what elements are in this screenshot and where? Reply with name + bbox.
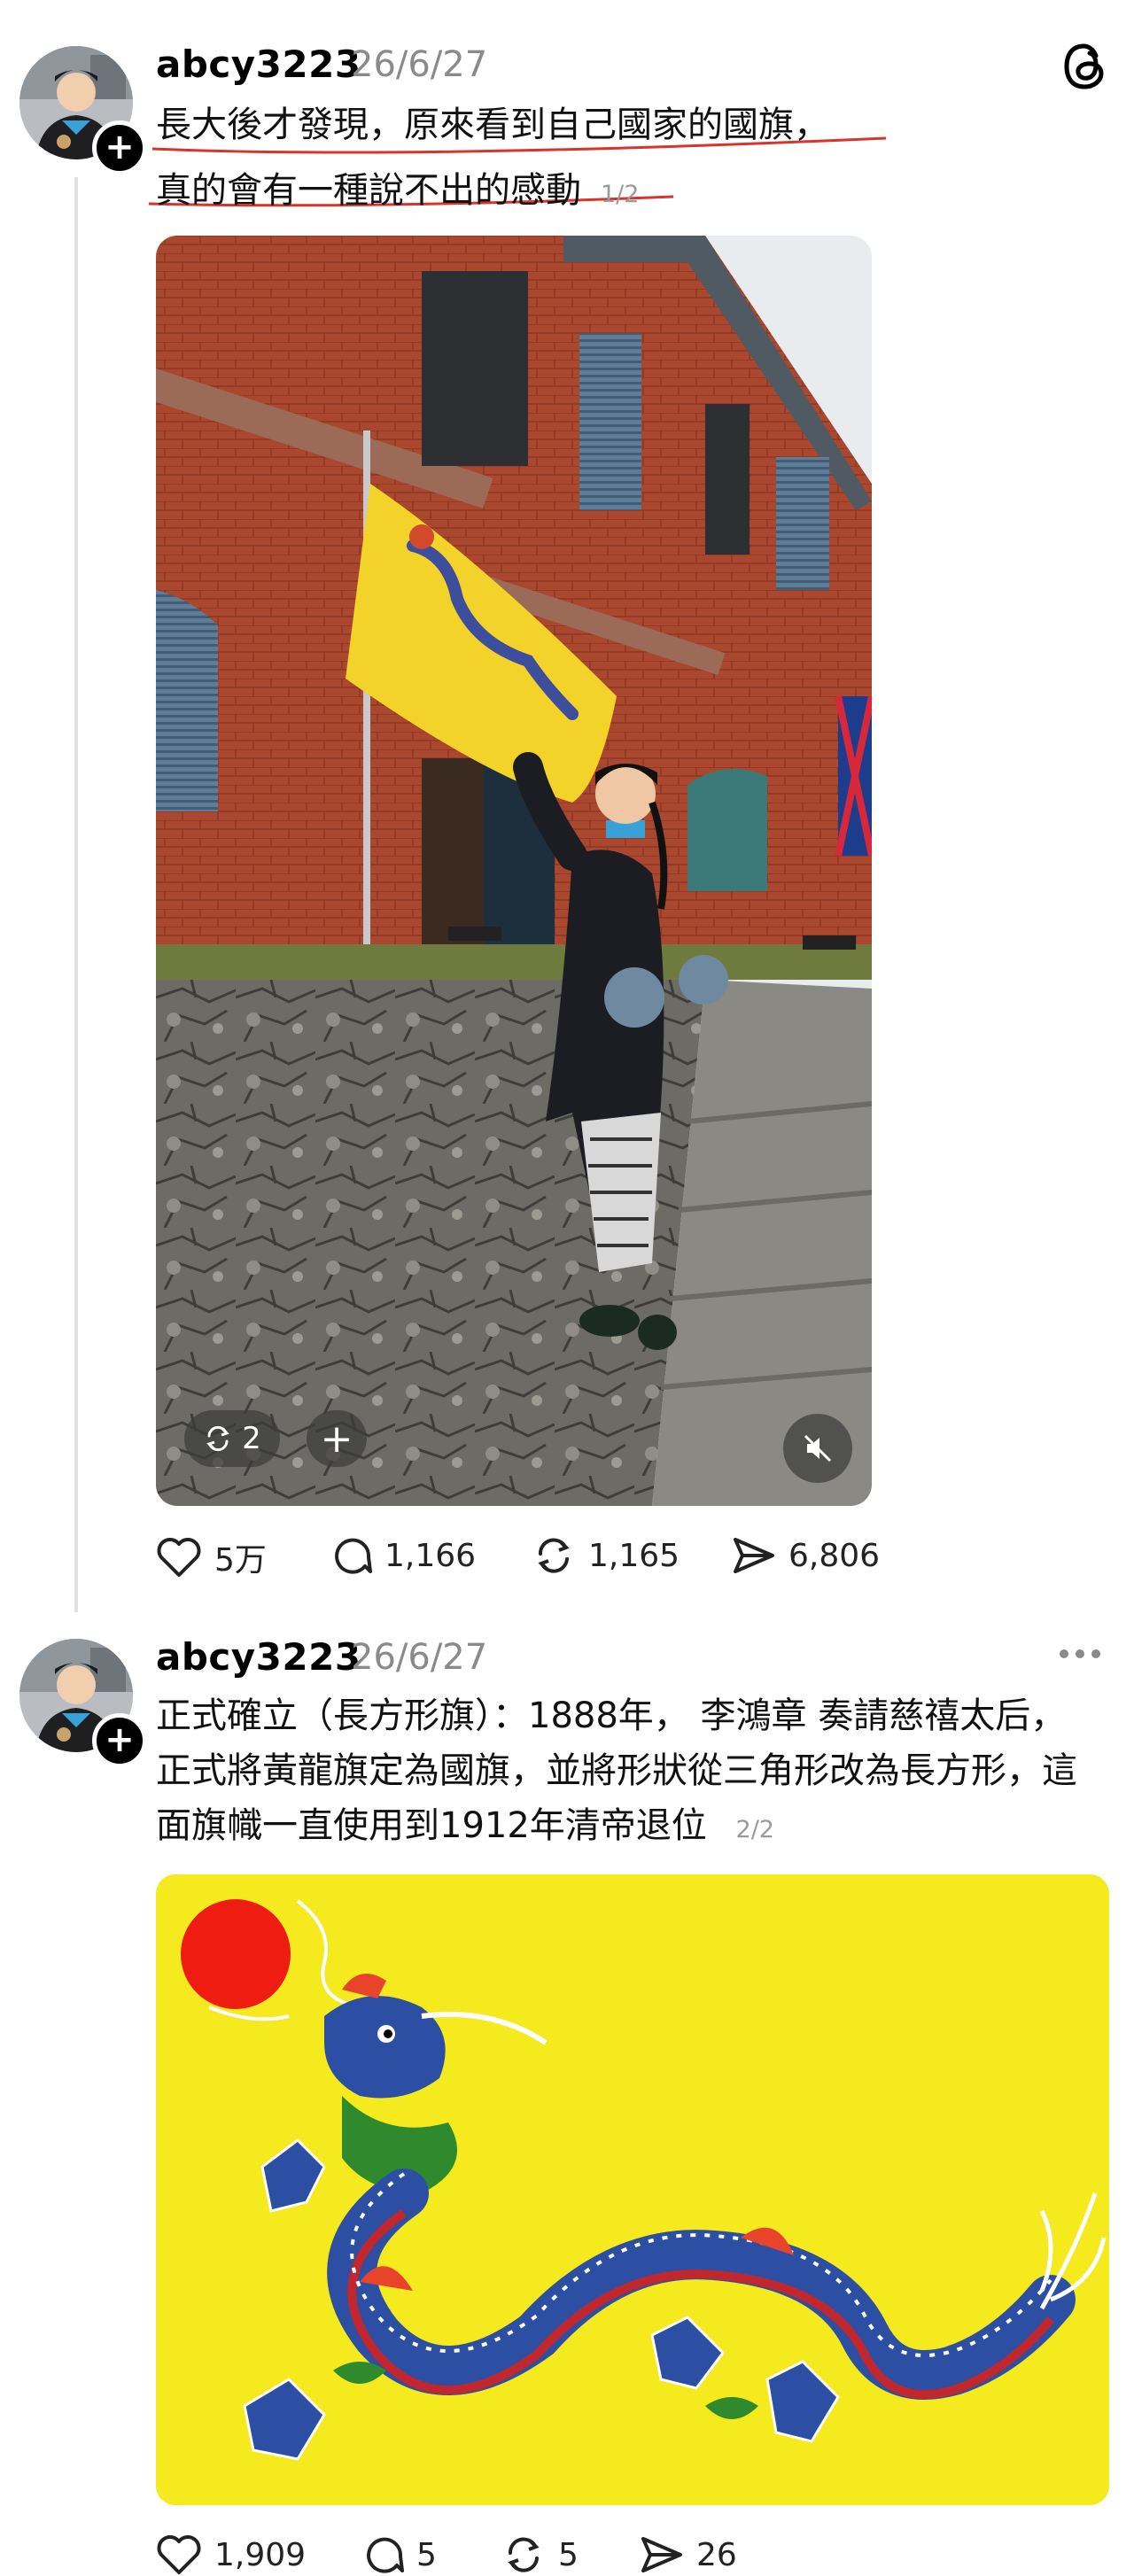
post-photo[interactable] bbox=[156, 236, 872, 1506]
mute-button[interactable] bbox=[783, 1414, 852, 1483]
follow-button[interactable]: + bbox=[92, 1713, 147, 1768]
post-text-body: 正式確立（長方形旗）：1888年， 李鴻章 奏請慈禧太后，正式將黃龍旗定為國旗，… bbox=[156, 1695, 1077, 1846]
add-media-button[interactable]: + bbox=[307, 1410, 367, 1467]
post-date: 26/6/27 bbox=[351, 1637, 488, 1678]
repost-media-count: 2 bbox=[242, 1421, 261, 1456]
post-text-line-2: 真的會有一種說不出的感動 bbox=[156, 170, 581, 211]
comment-count: 5 bbox=[416, 2536, 437, 2573]
like-action[interactable]: 1,909 bbox=[156, 2533, 306, 2576]
like-count: 1,909 bbox=[214, 2536, 307, 2573]
repost-action[interactable]: 1,165 bbox=[532, 1534, 680, 1577]
comment-count: 1,166 bbox=[384, 1537, 477, 1574]
pager: 1/2 bbox=[601, 181, 640, 208]
comment-icon bbox=[335, 1538, 372, 1574]
like-count: 5万 bbox=[214, 1542, 267, 1579]
post-text: 正式確立（長方形旗）：1888年， 李鴻章 奏請慈禧太后，正式將黃龍旗定為國旗，… bbox=[156, 1688, 1095, 1858]
repost-media-button[interactable]: 2 bbox=[184, 1410, 280, 1467]
follow-button[interactable]: + bbox=[92, 120, 147, 175]
pager: 2/2 bbox=[735, 1816, 774, 1843]
share-icon bbox=[734, 1538, 774, 1573]
share-action[interactable]: 6,806 bbox=[732, 1534, 880, 1577]
post-text-line-2-row: 真的會有一種說不出的感動 1/2 bbox=[156, 163, 639, 222]
comment-action[interactable]: 1,166 bbox=[330, 1534, 476, 1577]
share-action[interactable]: 26 bbox=[640, 2533, 737, 2576]
share-count: 6,806 bbox=[788, 1537, 881, 1574]
more-options-button[interactable] bbox=[1060, 1649, 1100, 1658]
comment-icon bbox=[367, 2537, 404, 2573]
repost-icon bbox=[538, 1538, 570, 1573]
username[interactable]: abcy3223 bbox=[156, 43, 361, 86]
repost-icon bbox=[206, 1425, 229, 1452]
username[interactable]: abcy3223 bbox=[156, 1635, 361, 1679]
share-count: 26 bbox=[696, 2536, 737, 2573]
threads-logo-icon[interactable] bbox=[1060, 41, 1111, 92]
like-action[interactable]: 5万 bbox=[156, 1534, 267, 1580]
heart-icon bbox=[157, 1538, 201, 1577]
repost-count: 5 bbox=[558, 2536, 579, 2573]
share-icon bbox=[641, 2537, 682, 2572]
flag-image[interactable] bbox=[156, 1874, 1109, 2505]
heart-icon bbox=[157, 2535, 201, 2574]
post-date: 26/6/27 bbox=[351, 44, 488, 85]
mute-icon bbox=[804, 1434, 832, 1463]
repost-icon bbox=[508, 2537, 540, 2572]
photo-scene bbox=[156, 236, 872, 1506]
thread-connector bbox=[74, 177, 78, 1612]
comment-action[interactable]: 5 bbox=[361, 2533, 437, 2576]
repost-action[interactable]: 5 bbox=[501, 2533, 579, 2576]
repost-count: 1,165 bbox=[588, 1537, 680, 1574]
qing-dragon-flag bbox=[156, 1874, 1109, 2505]
